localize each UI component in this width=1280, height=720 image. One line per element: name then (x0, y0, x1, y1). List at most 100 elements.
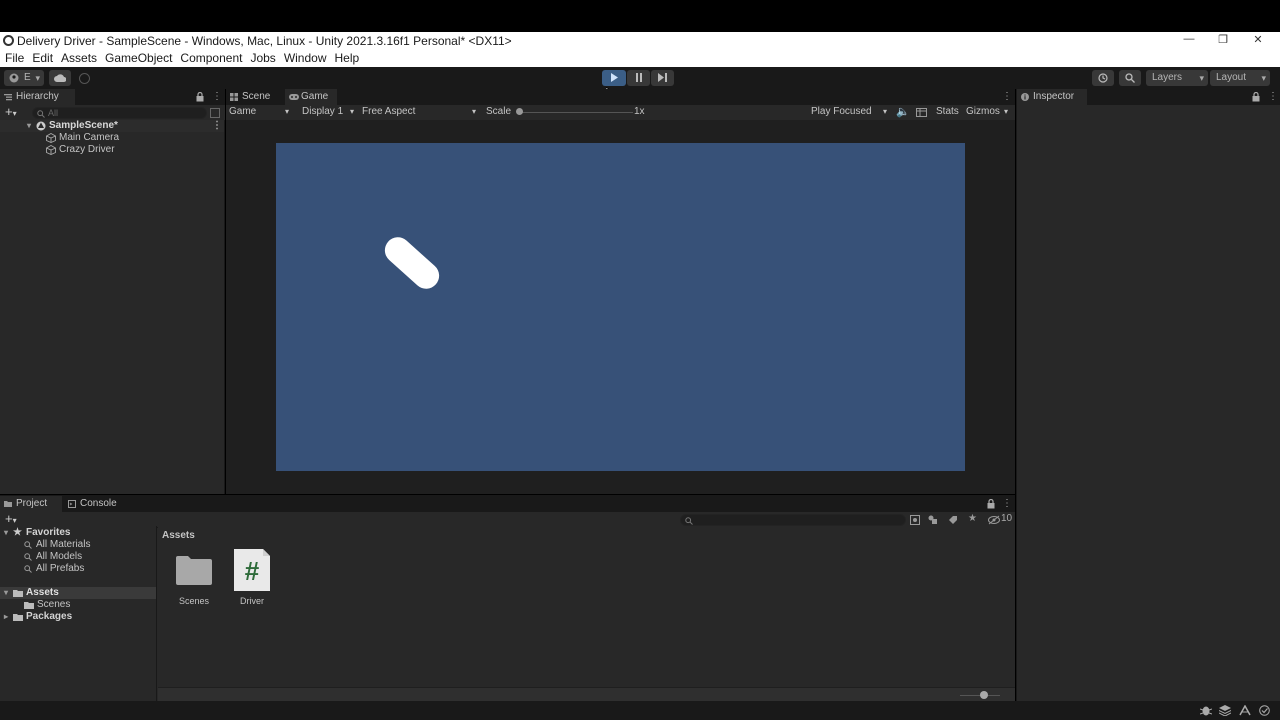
play-mode-dropdown[interactable]: Play Focused ▾ (811, 105, 891, 119)
hierarchy-item-crazy-driver[interactable]: Crazy Driver (0, 144, 224, 156)
pause-icon (635, 73, 642, 82)
tree-favorite-label: All Models (36, 551, 83, 562)
tab-inspector-label: Inspector (1033, 91, 1075, 102)
expand-arrow-icon[interactable]: ▾ (27, 120, 31, 132)
tree-favorite-item[interactable]: All Models (0, 551, 156, 563)
search-by-type-icon[interactable] (910, 515, 920, 525)
tree-assets[interactable]: ▾ Assets (0, 587, 156, 599)
lock-icon[interactable] (987, 499, 995, 509)
undo-history-button[interactable] (1092, 70, 1114, 86)
display-dropdown[interactable]: Display 1 ▾ (302, 105, 358, 119)
main-toolbar: E Layers Layout (0, 67, 1280, 101)
unity-scene-icon (36, 121, 46, 131)
tab-hierarchy[interactable]: Hierarchy (0, 89, 75, 105)
hierarchy-panel: Hierarchy ⋮ +▾ All ▾ SampleScene* ⋮ Main… (0, 89, 225, 494)
tree-packages-label: Packages (26, 611, 73, 622)
tree-favorite-item[interactable]: All Materials (0, 539, 156, 551)
game-view-tabbar: Scene Game ⋮ (226, 89, 1015, 105)
tab-project[interactable]: Project (0, 496, 62, 512)
minimize-button[interactable]: — (1180, 33, 1198, 49)
tree-favorites-label: Favorites (26, 527, 71, 538)
menu-gameobject[interactable]: GameObject (100, 50, 175, 65)
favorite-star-icon[interactable]: ★ (968, 512, 977, 526)
expand-arrow-icon[interactable]: ▾ (4, 527, 8, 539)
add-object-button[interactable]: +▾ (5, 105, 17, 121)
tab-game-label: Game (301, 91, 329, 102)
game-render-canvas[interactable] (276, 143, 965, 471)
more-options-icon[interactable]: ⋮ (1002, 498, 1012, 509)
progress-spinner-icon[interactable] (1239, 705, 1251, 716)
menu-assets[interactable]: Assets (56, 50, 100, 65)
stats-button[interactable]: Stats (936, 105, 959, 119)
cloud-button[interactable] (49, 70, 71, 86)
tab-console[interactable]: Console (64, 496, 126, 512)
tree-scenes[interactable]: Scenes (0, 599, 156, 611)
menu-window[interactable]: Window (279, 50, 330, 65)
lock-icon[interactable] (196, 92, 204, 102)
hierarchy-subbar: +▾ All (0, 105, 225, 121)
menu-jobs[interactable]: Jobs (245, 50, 278, 65)
hierarchy-search-input[interactable]: All (32, 107, 207, 119)
search-options-icon[interactable] (210, 108, 220, 118)
scale-slider[interactable] (517, 112, 633, 113)
window-title: Delivery Driver - SampleScene - Windows,… (17, 34, 512, 48)
aspect-dropdown[interactable]: Free Aspect ▾ (362, 105, 480, 119)
tab-project-label: Project (16, 498, 48, 509)
bug-icon[interactable] (1200, 705, 1212, 716)
hierarchy-item-main-camera[interactable]: Main Camera (0, 132, 224, 144)
tree-favorite-item[interactable]: All Prefabs (0, 563, 156, 575)
menu-help[interactable]: Help (330, 50, 363, 65)
maximize-button[interactable]: ❐ (1214, 33, 1232, 49)
menu-component[interactable]: Component (175, 50, 245, 65)
cloud-icon (54, 74, 67, 82)
step-button[interactable] (651, 70, 674, 86)
layers-dropdown[interactable]: Layers (1146, 70, 1208, 86)
expand-arrow-icon[interactable]: ▸ (4, 611, 8, 623)
game-mode-dropdown[interactable]: Game ▾ (229, 105, 295, 119)
console-icon (68, 500, 76, 508)
step-icon (658, 73, 667, 82)
close-button[interactable]: ✕ (1249, 33, 1267, 49)
search-button[interactable] (1119, 70, 1141, 86)
tab-game[interactable]: Game (285, 89, 337, 105)
unity-editor-window: Delivery Driver - SampleScene - Windows,… (0, 0, 1280, 720)
expand-arrow-icon[interactable]: ▾ (4, 587, 8, 599)
hierarchy-scene-row[interactable]: ▾ SampleScene* ⋮ (0, 120, 224, 132)
more-options-icon[interactable]: ⋮ (212, 91, 222, 102)
scale-slider-handle[interactable] (516, 108, 523, 115)
stats-grid-icon[interactable] (916, 108, 927, 117)
gameobject-cube-icon (46, 133, 56, 143)
hidden-packages-eye-icon[interactable] (988, 515, 1000, 525)
project-search-input[interactable] (680, 514, 906, 526)
more-options-icon[interactable]: ⋮ (1002, 91, 1012, 102)
tree-favorites[interactable]: ▾ ★ Favorites (0, 527, 156, 539)
layout-dropdown[interactable]: Layout (1210, 70, 1270, 86)
auto-refresh-check-icon[interactable] (1259, 705, 1270, 716)
filter-by-label-icon[interactable] (928, 515, 938, 525)
lock-icon[interactable] (1252, 92, 1260, 102)
folder-icon (24, 602, 34, 609)
mute-audio-icon[interactable]: 🔈 (896, 105, 910, 119)
menu-edit[interactable]: Edit (27, 50, 56, 65)
account-dropdown[interactable]: E (4, 70, 44, 86)
asset-item-driver[interactable]: # Driver (222, 549, 282, 610)
icon-size-slider-handle[interactable] (980, 691, 988, 699)
asset-grid-footer (158, 687, 1015, 702)
scene-menu-icon[interactable]: ⋮ (212, 120, 222, 132)
tab-inspector[interactable]: Inspector (1017, 89, 1087, 105)
pause-button[interactable] (627, 70, 650, 86)
tree-packages[interactable]: ▸ Packages (0, 611, 156, 623)
more-options-icon[interactable]: ⋮ (1268, 91, 1278, 102)
scale-value: 1x (634, 106, 645, 117)
gizmos-dropdown[interactable]: Gizmos ▾ (966, 105, 1012, 119)
play-button[interactable] (602, 70, 626, 86)
layers-stack-icon[interactable] (1219, 705, 1231, 716)
search-icon (37, 110, 45, 118)
tab-scene[interactable]: Scene (226, 89, 282, 105)
game-mode-label: Game (229, 106, 257, 117)
menu-file[interactable]: File (0, 50, 27, 65)
asset-item-scenes[interactable]: Scenes (164, 550, 224, 610)
collab-icon[interactable] (79, 73, 90, 84)
tag-icon[interactable] (948, 515, 958, 525)
gamepad-icon (289, 94, 299, 100)
